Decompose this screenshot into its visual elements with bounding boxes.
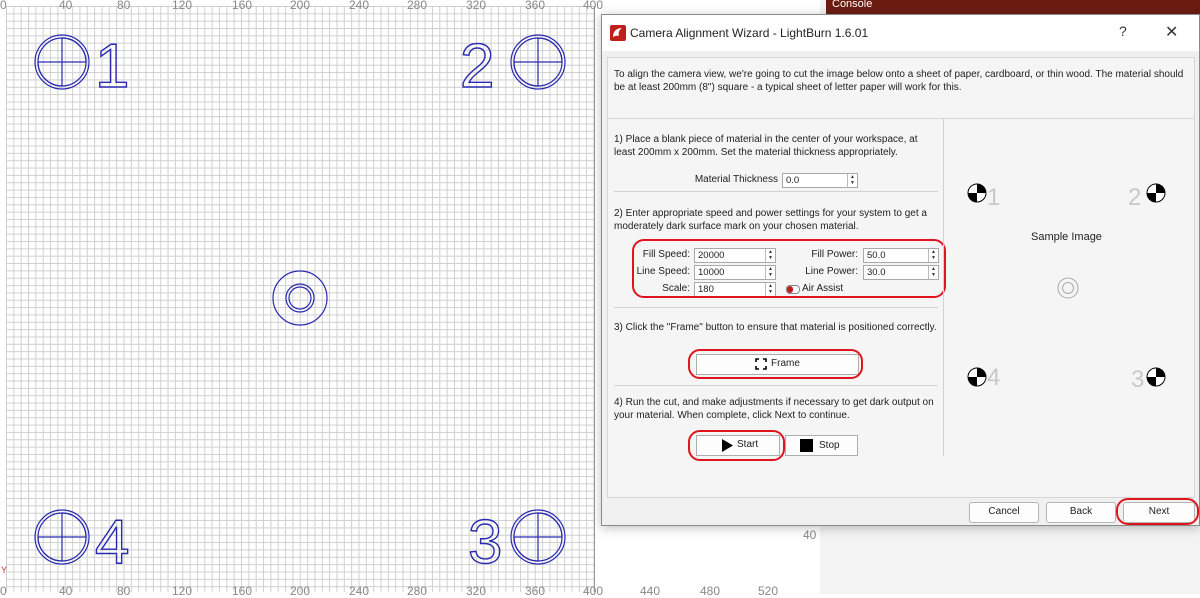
highlight-ring (688, 349, 863, 379)
stop-icon (800, 439, 813, 452)
steps-panel: 1) Place a blank piece of material in th… (607, 118, 1195, 498)
material-thickness-label: Material Thickness (694, 174, 778, 185)
ruler-label: 40 (803, 528, 817, 542)
step2-text: 2) Enter appropriate speed and power set… (614, 208, 927, 232)
back-button[interactable]: Back (1046, 502, 1116, 523)
step1-text: 1) Place a blank piece of material in th… (614, 134, 918, 158)
material-thickness-input[interactable]: 0.0 ▲ ▼ (782, 173, 858, 188)
lightburn-logo-icon (610, 25, 626, 41)
dialog-titlebar[interactable]: Camera Alignment Wizard - LightBurn 1.6.… (602, 15, 1199, 51)
console-title: Console (832, 0, 873, 10)
sample-number-4: 4 (987, 364, 1001, 391)
crosshair-marker-4 (34, 509, 90, 565)
sample-image-label: Sample Image (1031, 231, 1102, 243)
sample-target-1-icon (967, 183, 987, 203)
sample-number-1: 1 (987, 184, 1001, 211)
crosshair-marker-2 (510, 34, 566, 90)
sample-center-target-icon (1057, 277, 1079, 299)
sample-divider (943, 118, 944, 456)
highlight-ring (688, 430, 785, 461)
marker-number-2: 2 (460, 32, 494, 101)
dialog-title: Camera Alignment Wizard - LightBurn 1.6.… (630, 26, 869, 40)
ruler-label: 440 (640, 584, 661, 598)
crosshair-marker-1 (34, 34, 90, 90)
divider (614, 385, 938, 386)
marker-number-4: 4 (95, 508, 129, 577)
divider (614, 191, 938, 192)
divider (614, 307, 938, 308)
sample-target-3-icon (1146, 367, 1166, 387)
camera-alignment-dialog: Camera Alignment Wizard - LightBurn 1.6.… (601, 14, 1200, 526)
step3-text: 3) Click the "Frame" button to ensure th… (614, 322, 937, 333)
spin-arrows-icon[interactable]: ▲ ▼ (847, 174, 857, 187)
marker-number-3: 3 (468, 508, 502, 577)
intro-panel: To align the camera view, we're going to… (607, 57, 1195, 119)
cancel-button[interactable]: Cancel (969, 502, 1039, 523)
sample-number-2: 2 (1128, 184, 1142, 211)
close-button[interactable]: ✕ (1165, 22, 1178, 42)
console-bar (826, 0, 1200, 14)
sample-target-4-icon (967, 367, 987, 387)
intro-text: To align the camera view, we're going to… (614, 69, 1184, 93)
highlight-ring (632, 239, 946, 298)
stop-button[interactable]: Stop (785, 435, 858, 456)
highlight-ring (1116, 498, 1199, 525)
marker-number-1: 1 (95, 32, 129, 101)
sample-number-3: 3 (1131, 366, 1145, 393)
crosshair-marker-3 (510, 509, 566, 565)
sample-target-2-icon (1146, 183, 1166, 203)
step4-text: 4) Run the cut, and make adjustments if … (614, 397, 934, 421)
ruler-label: 480 (700, 584, 721, 598)
center-target (272, 270, 328, 326)
ruler-label: 520 (758, 584, 779, 598)
help-button[interactable]: ? (1119, 23, 1127, 39)
workspace-alignment-markers: 1 2 3 4 (34, 31, 566, 578)
